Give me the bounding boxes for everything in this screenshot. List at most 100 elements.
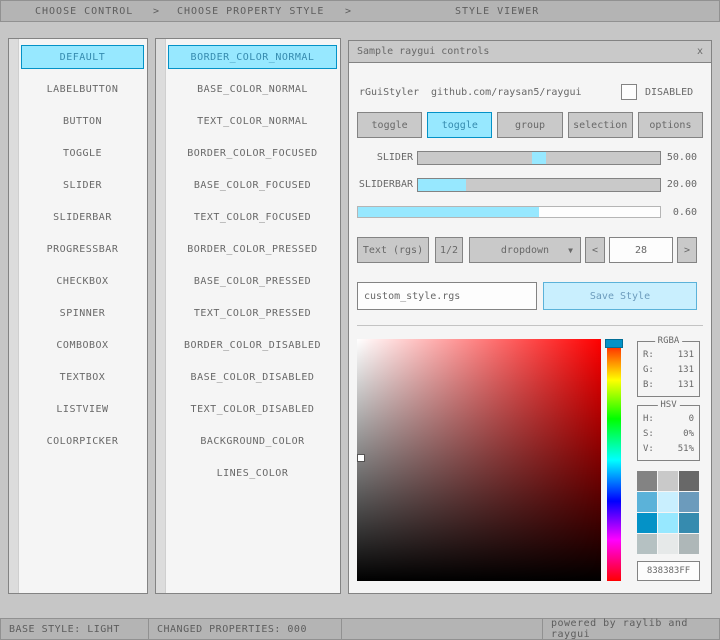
close-icon[interactable]: x [697, 46, 703, 57]
controls-list-panel: DEFAULT LABELBUTTON BUTTON TOGGLE SLIDER… [8, 38, 148, 594]
section-divider [357, 325, 703, 326]
spinner-increment-button[interactable]: > [677, 237, 697, 263]
control-list-item-label: COLORPICKER [47, 436, 119, 447]
half-button-label: 1/2 [440, 245, 458, 256]
rgba-row: G: 131 [643, 363, 694, 378]
property-list-item-label: BORDER_COLOR_NORMAL [191, 52, 315, 63]
hsv-group-title: HSV [657, 400, 679, 410]
toggle-group-button[interactable]: selection [568, 112, 633, 138]
control-list-item[interactable]: COMBOBOX [21, 333, 144, 357]
property-list-item[interactable]: BASE_COLOR_NORMAL [168, 77, 337, 101]
sliderbar-track[interactable] [417, 178, 661, 192]
controls-list-scrollbar[interactable] [9, 39, 19, 593]
control-list-item[interactable]: SLIDERBAR [21, 205, 144, 229]
text-rgs-button[interactable]: Text (rgs) [357, 237, 429, 263]
control-list-item[interactable]: CHECKBOX [21, 269, 144, 293]
control-list-item[interactable]: TEXTBOX [21, 365, 144, 389]
property-list-item[interactable]: BORDER_COLOR_DISABLED [168, 333, 337, 357]
style-color-swatch[interactable] [637, 492, 657, 512]
property-list-item[interactable]: BORDER_COLOR_FOCUSED [168, 141, 337, 165]
control-list-item-label: SLIDERBAR [53, 212, 112, 223]
property-list-item[interactable]: LINES_COLOR [168, 461, 337, 485]
property-list-item[interactable]: TEXT_COLOR_FOCUSED [168, 205, 337, 229]
save-style-button[interactable]: Save Style [543, 282, 697, 310]
window-titlebar[interactable]: Sample raygui controls x [349, 41, 711, 63]
spinner-decrement-button[interactable]: < [585, 237, 605, 263]
spinner-decrement-icon: < [592, 245, 598, 256]
dropdown-select[interactable]: dropdown ▼ [469, 237, 581, 263]
toggle-group-button[interactable]: toggle [427, 112, 492, 138]
style-color-swatch[interactable] [658, 513, 678, 533]
property-list-item[interactable]: BACKGROUND_COLOR [168, 429, 337, 453]
hue-bar[interactable] [607, 339, 621, 581]
toggle-group-button[interactable]: toggle [357, 112, 422, 138]
style-color-swatch[interactable] [679, 534, 699, 554]
rgba-row-label: B: [643, 378, 654, 393]
property-list-item[interactable]: BASE_COLOR_FOCUSED [168, 173, 337, 197]
style-color-swatch[interactable] [658, 534, 678, 554]
color-picker-cursor[interactable] [358, 455, 364, 461]
control-list-item[interactable]: COLORPICKER [21, 429, 144, 453]
half-button[interactable]: 1/2 [435, 237, 463, 263]
step-choose-control: CHOOSE CONTROL [35, 6, 133, 17]
property-list-item-label: BASE_COLOR_PRESSED [194, 276, 311, 287]
slider-track[interactable] [417, 151, 661, 165]
style-color-swatch[interactable] [637, 513, 657, 533]
hsv-row-label: V: [643, 442, 654, 457]
toggle-group-button[interactable]: group [497, 112, 562, 138]
control-list-item[interactable]: DEFAULT [21, 45, 144, 69]
property-list-item[interactable]: TEXT_COLOR_DISABLED [168, 397, 337, 421]
control-list-item[interactable]: LISTVIEW [21, 397, 144, 421]
chevron-down-icon: ▼ [568, 246, 573, 255]
control-list-item[interactable]: LABELBUTTON [21, 77, 144, 101]
property-list-item[interactable]: BORDER_COLOR_PRESSED [168, 237, 337, 261]
properties-list-scrollbar[interactable] [156, 39, 166, 593]
control-list-item[interactable]: SLIDER [21, 173, 144, 197]
property-list-item[interactable]: TEXT_COLOR_NORMAL [168, 109, 337, 133]
slider-handle[interactable] [532, 152, 546, 164]
style-color-swatch[interactable] [679, 492, 699, 512]
progressbar-fill [358, 207, 539, 217]
style-color-swatch[interactable] [679, 513, 699, 533]
repo-link[interactable]: github.com/raysan5/raygui [431, 87, 582, 98]
disabled-checkbox[interactable] [621, 84, 637, 100]
property-list-item[interactable]: TEXT_COLOR_PRESSED [168, 301, 337, 325]
hsv-row-value: 51% [678, 442, 694, 457]
color-picker-gradient[interactable] [357, 339, 601, 581]
toggle-group-button[interactable]: options [638, 112, 703, 138]
rgba-row-label: R: [643, 348, 654, 363]
property-list-item-label: BORDER_COLOR_FOCUSED [187, 148, 317, 159]
rgba-row-value: 131 [678, 378, 694, 393]
style-color-swatch[interactable] [658, 471, 678, 491]
property-list-item[interactable]: BASE_COLOR_PRESSED [168, 269, 337, 293]
hsv-row: H: 0 [643, 412, 694, 427]
spinner-increment-icon: > [684, 245, 690, 256]
progressbar-row: 0.60 [357, 206, 703, 218]
control-list-item[interactable]: BUTTON [21, 109, 144, 133]
hsv-row: S: 0% [643, 427, 694, 442]
property-list-item-label: BORDER_COLOR_PRESSED [187, 244, 317, 255]
hue-cursor[interactable] [605, 339, 623, 348]
properties-list: BORDER_COLOR_NORMAL BASE_COLOR_NORMAL TE… [168, 45, 337, 493]
control-list-item[interactable]: PROGRESSBAR [21, 237, 144, 261]
property-list-item[interactable]: BASE_COLOR_DISABLED [168, 365, 337, 389]
control-list-item[interactable]: SPINNER [21, 301, 144, 325]
dropdown-selected-value: dropdown [501, 245, 549, 256]
property-list-item[interactable]: BORDER_COLOR_NORMAL [168, 45, 337, 69]
status-base-style-label: BASE STYLE: LIGHT [9, 624, 120, 635]
style-color-swatch[interactable] [637, 534, 657, 554]
property-list-item-label: BASE_COLOR_FOCUSED [194, 180, 311, 191]
spinner-value-box[interactable]: 28 [609, 237, 673, 263]
filename-input[interactable] [357, 282, 537, 310]
style-color-grid [637, 471, 699, 554]
status-bar: BASE STYLE: LIGHT CHANGED PROPERTIES: 00… [0, 618, 720, 640]
app-name-label: rGuiStyler [359, 87, 419, 98]
status-powered-by-label: powered by raylib and raygui [551, 618, 711, 640]
style-color-swatch[interactable] [679, 471, 699, 491]
property-list-item-label: BASE_COLOR_DISABLED [191, 372, 315, 383]
control-list-item-label: LABELBUTTON [47, 84, 119, 95]
control-list-item[interactable]: TOGGLE [21, 141, 144, 165]
style-color-swatch[interactable] [637, 471, 657, 491]
style-color-swatch[interactable] [658, 492, 678, 512]
hex-color-box[interactable]: 838383FF [637, 561, 700, 581]
